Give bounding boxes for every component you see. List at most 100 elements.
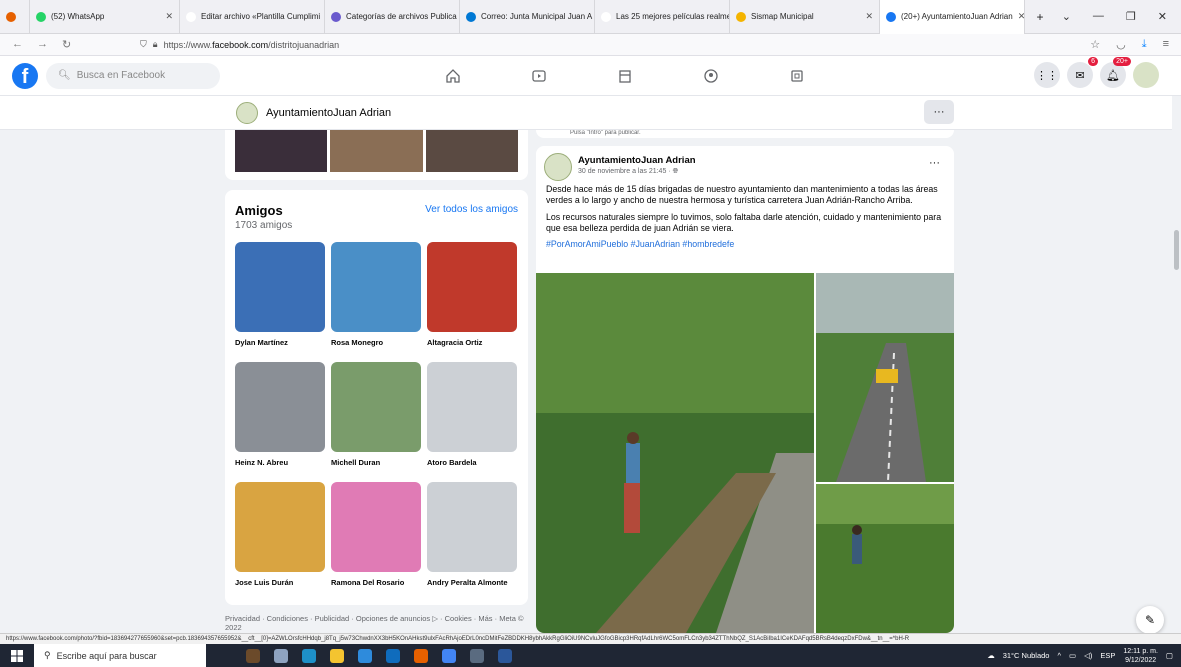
facebook-logo-icon[interactable]: f (12, 62, 38, 89)
friend-item[interactable]: Michell Duran (331, 362, 421, 482)
pocket-icon[interactable]: ◡ (1116, 38, 1126, 51)
forward-arrow-icon[interactable]: → (37, 38, 48, 51)
friend-photo[interactable] (235, 362, 325, 452)
friend-item[interactable]: Atoro Bardela (427, 362, 517, 482)
file-explorer-icon[interactable] (330, 648, 344, 663)
maximize-button[interactable]: ❐ (1126, 10, 1136, 23)
weather-cloud-icon[interactable]: ☁ (987, 651, 995, 660)
scrollbar-thumb[interactable] (1174, 230, 1179, 270)
store-icon[interactable] (358, 648, 372, 663)
page-avatar[interactable] (236, 102, 258, 124)
menu-grid-icon[interactable]: ⋮⋮ (1034, 62, 1060, 88)
post-author-name[interactable]: AyuntamientoJuan Adrian (578, 155, 696, 166)
post-photo-worker[interactable] (816, 484, 954, 633)
post-photo-main[interactable] (536, 273, 814, 633)
post-hashtags[interactable]: #PorAmorAmiPueblo #JuanAdrian #hombredef… (546, 239, 946, 250)
friend-item[interactable]: Dylan Martínez (235, 242, 325, 362)
new-tab-button[interactable]: + (1025, 0, 1055, 34)
firefox-menu-icon[interactable] (0, 0, 30, 34)
see-all-friends-link[interactable]: Ver todos los amigos (425, 204, 518, 215)
word-icon[interactable] (498, 648, 512, 663)
account-avatar[interactable] (1133, 62, 1159, 88)
windows-start-icon[interactable] (0, 649, 34, 662)
marketplace-icon[interactable] (582, 56, 668, 96)
groups-icon[interactable] (668, 56, 754, 96)
page-more-button[interactable]: ··· (924, 100, 954, 124)
page-scrollbar[interactable] (1172, 96, 1181, 633)
friend-name[interactable]: Altagracia Ortiz (427, 338, 517, 347)
friend-name[interactable]: Jose Luis Durán (235, 578, 325, 587)
network-icon[interactable]: ▭ (1069, 651, 1076, 660)
friend-name[interactable]: Andry Peralta Almonte (427, 578, 517, 587)
tray-chevron-icon[interactable]: ^ (1057, 651, 1061, 660)
friend-name[interactable]: Michell Duran (331, 458, 421, 467)
chrome-icon[interactable] (442, 648, 456, 663)
friend-photo[interactable] (427, 482, 517, 572)
tab-close-icon[interactable]: ✕ (1018, 11, 1024, 22)
reload-icon[interactable]: ↻ (62, 38, 71, 51)
notifications-bell-icon[interactable]: 🔔︎ 20+ (1100, 57, 1131, 88)
gaming-icon[interactable] (754, 56, 840, 96)
friend-photo[interactable] (331, 362, 421, 452)
browser-tab[interactable]: Correo: Junta Municipal Juan A✕ (460, 0, 595, 34)
friend-photo[interactable] (235, 482, 325, 572)
browser-tab[interactable]: Las 25 mejores películas realmente✕ (595, 0, 730, 34)
language-indicator[interactable]: ESP (1100, 651, 1115, 660)
notification-center-icon[interactable]: ▢ (1166, 651, 1173, 660)
watch-icon[interactable] (496, 56, 582, 96)
post-more-button[interactable]: ··· (929, 157, 940, 169)
post-photo-road[interactable] (816, 273, 954, 483)
close-window-button[interactable]: ✕ (1158, 10, 1167, 23)
friend-name[interactable]: Heinz N. Abreu (235, 458, 325, 467)
taskbar-search-input[interactable]: ⚲ Escribe aquí para buscar (34, 644, 206, 667)
friend-name[interactable]: Rosa Monegro (331, 338, 421, 347)
app-icon[interactable] (470, 648, 484, 663)
footer-links[interactable]: Privacidad · Condiciones · Publicidad · … (225, 614, 525, 632)
firefox-taskbar-icon[interactable] (414, 648, 428, 663)
download-icon[interactable]: ⤓ (1142, 38, 1147, 51)
friend-photo[interactable] (331, 242, 421, 332)
post-date[interactable]: 30 de noviembre a las 21:45 · 🌐︎ (578, 168, 696, 176)
friend-item[interactable]: Jose Luis Durán (235, 482, 325, 602)
facebook-search-input[interactable]: 🔍︎ Busca en Facebook (46, 62, 220, 89)
friend-item[interactable]: Rosa Monegro (331, 242, 421, 362)
home-icon[interactable] (410, 56, 496, 96)
browser-tab[interactable]: Editar archivo «Plantilla Cumplimi✕ (180, 0, 325, 34)
task-view-icon[interactable] (274, 648, 288, 663)
menu-icon[interactable]: ≡ (1163, 38, 1169, 51)
tab-close-icon[interactable]: ✕ (865, 11, 873, 22)
friend-photo[interactable] (331, 482, 421, 572)
photo-thumbnail[interactable] (425, 130, 518, 172)
new-message-button[interactable]: ✎ (1136, 606, 1164, 634)
friend-name[interactable]: Ramona Del Rosario (331, 578, 421, 587)
friend-name[interactable]: Atoro Bardela (427, 458, 517, 467)
friend-photo[interactable] (427, 362, 517, 452)
browser-tab[interactable]: Sismap Municipal ✕ (730, 0, 880, 34)
messenger-icon[interactable]: ✉ 6 (1067, 57, 1098, 88)
browser-tab[interactable]: (52) WhatsApp ✕ (30, 0, 180, 34)
friend-photo[interactable] (427, 242, 517, 332)
friend-item[interactable]: Heinz N. Abreu (235, 362, 325, 482)
friend-item[interactable]: Andry Peralta Almonte (427, 482, 517, 602)
browser-tab[interactable]: (20+) AyuntamientoJuan Adrian ✕ (880, 0, 1025, 34)
photo-thumbnail[interactable] (330, 130, 423, 172)
shield-icon[interactable]: ⛉ (140, 39, 147, 50)
url-field[interactable]: ⛉ 🔒︎ https://www.facebook.com/distritoju… (140, 39, 339, 50)
friend-photo[interactable] (235, 242, 325, 332)
lock-icon[interactable]: 🔒︎ (153, 39, 158, 50)
edge-icon[interactable] (302, 648, 316, 663)
post-author-avatar[interactable] (544, 153, 572, 181)
friend-name[interactable]: Dylan Martínez (235, 338, 325, 347)
friend-item[interactable]: Altagracia Ortiz (427, 242, 517, 362)
tab-list-chevron-icon[interactable]: ⌄ (1062, 10, 1071, 23)
mail-icon[interactable] (386, 648, 400, 663)
bookmark-star-icon[interactable]: ☆ (1090, 38, 1100, 51)
volume-icon[interactable]: ◁) (1084, 651, 1092, 660)
minimize-button[interactable]: — (1093, 10, 1104, 23)
browser-tab[interactable]: Categorías de archivos Publica✕ (325, 0, 460, 34)
friend-item[interactable]: Ramona Del Rosario (331, 482, 421, 602)
clock[interactable]: 12:11 p. m. 9/12/2022 (1123, 647, 1158, 665)
cortana-icon[interactable] (246, 648, 260, 663)
photo-thumbnail[interactable] (235, 130, 328, 172)
back-arrow-icon[interactable]: ← (12, 38, 23, 51)
